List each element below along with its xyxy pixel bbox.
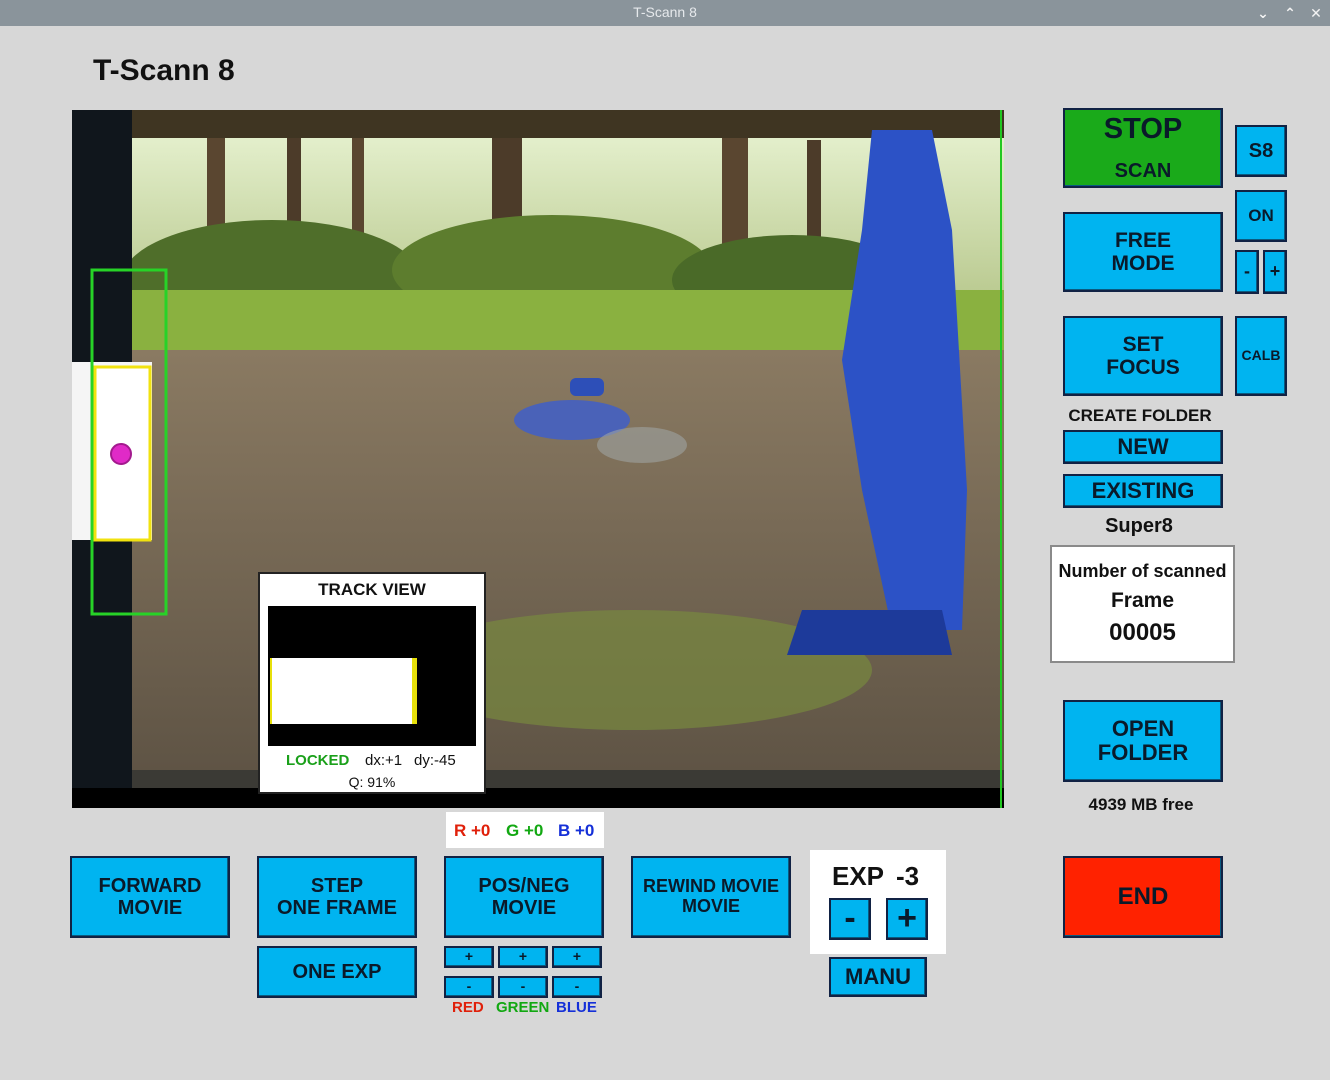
rewind-movie-button[interactable]: REWIND MOVIE MOVIE xyxy=(631,856,791,938)
red-minus-button[interactable]: - xyxy=(444,976,494,998)
blue-offset: B +0 xyxy=(558,821,595,840)
frame-counter-panel: Number of scanned Frame 00005 xyxy=(1050,545,1235,663)
red-offset: R +0 xyxy=(454,821,491,840)
counter-label-1: Number of scanned xyxy=(1058,561,1227,581)
track-view-image xyxy=(268,606,476,746)
free-space-label: 4939 MB free xyxy=(1088,795,1194,814)
window-titlebar: T-Scann 8 ⌄ ⌃ ✕ xyxy=(0,0,1330,26)
on-toggle-button[interactable]: ON xyxy=(1235,190,1287,242)
minimize-icon[interactable]: ⌄ xyxy=(1253,3,1273,23)
track-quality: Q: 91% xyxy=(348,774,396,790)
green-plus-button[interactable]: + xyxy=(498,946,548,968)
set-focus-button[interactable]: SET FOCUS xyxy=(1063,316,1223,396)
free-mode-button[interactable]: FREE MODE xyxy=(1063,212,1223,292)
focus-minus-button[interactable]: - xyxy=(1235,250,1259,294)
stop-scan-label-2: SCAN xyxy=(1114,160,1172,183)
s8-toggle-button[interactable]: S8 xyxy=(1235,125,1287,177)
blue-minus-button[interactable]: - xyxy=(552,976,602,998)
stop-scan-label-1: STOP xyxy=(1103,112,1183,145)
track-view-panel: TRACK VIEW LOCKED dx:+1 dy:-45 Q: 91% xyxy=(258,572,486,794)
blue-plus-button[interactable]: + xyxy=(552,946,602,968)
exposure-label: EXP xyxy=(832,861,885,891)
exposure-minus-button[interactable]: - xyxy=(829,898,871,940)
red-label: RED xyxy=(452,999,484,1016)
focus-plus-button[interactable]: + xyxy=(1263,250,1287,294)
track-view-title: TRACK VIEW xyxy=(318,580,426,599)
film-preview: TRACK VIEW LOCKED dx:+1 dy:-45 Q: 91% xyxy=(72,110,1004,808)
counter-label-2: Frame xyxy=(1110,589,1175,612)
track-status: LOCKED xyxy=(286,752,350,769)
open-folder-button[interactable]: OPEN FOLDER xyxy=(1063,700,1223,782)
step-one-frame-button[interactable]: STEP ONE FRAME xyxy=(257,856,417,938)
exposure-value: -3 xyxy=(896,861,920,891)
maximize-icon[interactable]: ⌃ xyxy=(1280,3,1300,23)
close-icon[interactable]: ✕ xyxy=(1306,3,1326,23)
one-exp-button[interactable]: ONE EXP xyxy=(257,946,417,998)
existing-folder-button[interactable]: EXISTING xyxy=(1063,474,1223,508)
track-view-hole xyxy=(270,658,417,724)
blue-label: BLUE xyxy=(556,999,597,1016)
green-offset: G +0 xyxy=(506,821,544,840)
stop-scan-button[interactable]: STOP SCAN xyxy=(1063,108,1223,188)
green-minus-button[interactable]: - xyxy=(498,976,548,998)
exposure-plus-button[interactable]: + xyxy=(886,898,928,940)
calb-button[interactable]: CALB xyxy=(1235,316,1287,396)
film-frame-image xyxy=(72,110,1004,808)
film-type-label: Super8 xyxy=(1105,515,1173,537)
rgb-offset-panel: R +0 G +0 B +0 xyxy=(446,812,604,848)
track-dy: dy:-45 xyxy=(414,752,456,769)
new-folder-button[interactable]: NEW xyxy=(1063,430,1223,464)
exposure-panel: EXP -3 - + xyxy=(810,850,946,954)
red-plus-button[interactable]: + xyxy=(444,946,494,968)
frame-count: 00005 xyxy=(1109,619,1176,646)
window-title: T-Scann 8 xyxy=(633,4,697,20)
pos-neg-movie-button[interactable]: POS/NEG MOVIE xyxy=(444,856,604,938)
end-button[interactable]: END xyxy=(1063,856,1223,938)
app-title: T-Scann 8 xyxy=(93,54,235,87)
green-label: GREEN xyxy=(496,999,550,1016)
manu-button[interactable]: MANU xyxy=(829,957,927,997)
create-folder-label: CREATE FOLDER xyxy=(1068,406,1212,425)
track-dx: dx:+1 xyxy=(365,752,403,769)
forward-movie-button[interactable]: FORWARD MOVIE xyxy=(70,856,230,938)
